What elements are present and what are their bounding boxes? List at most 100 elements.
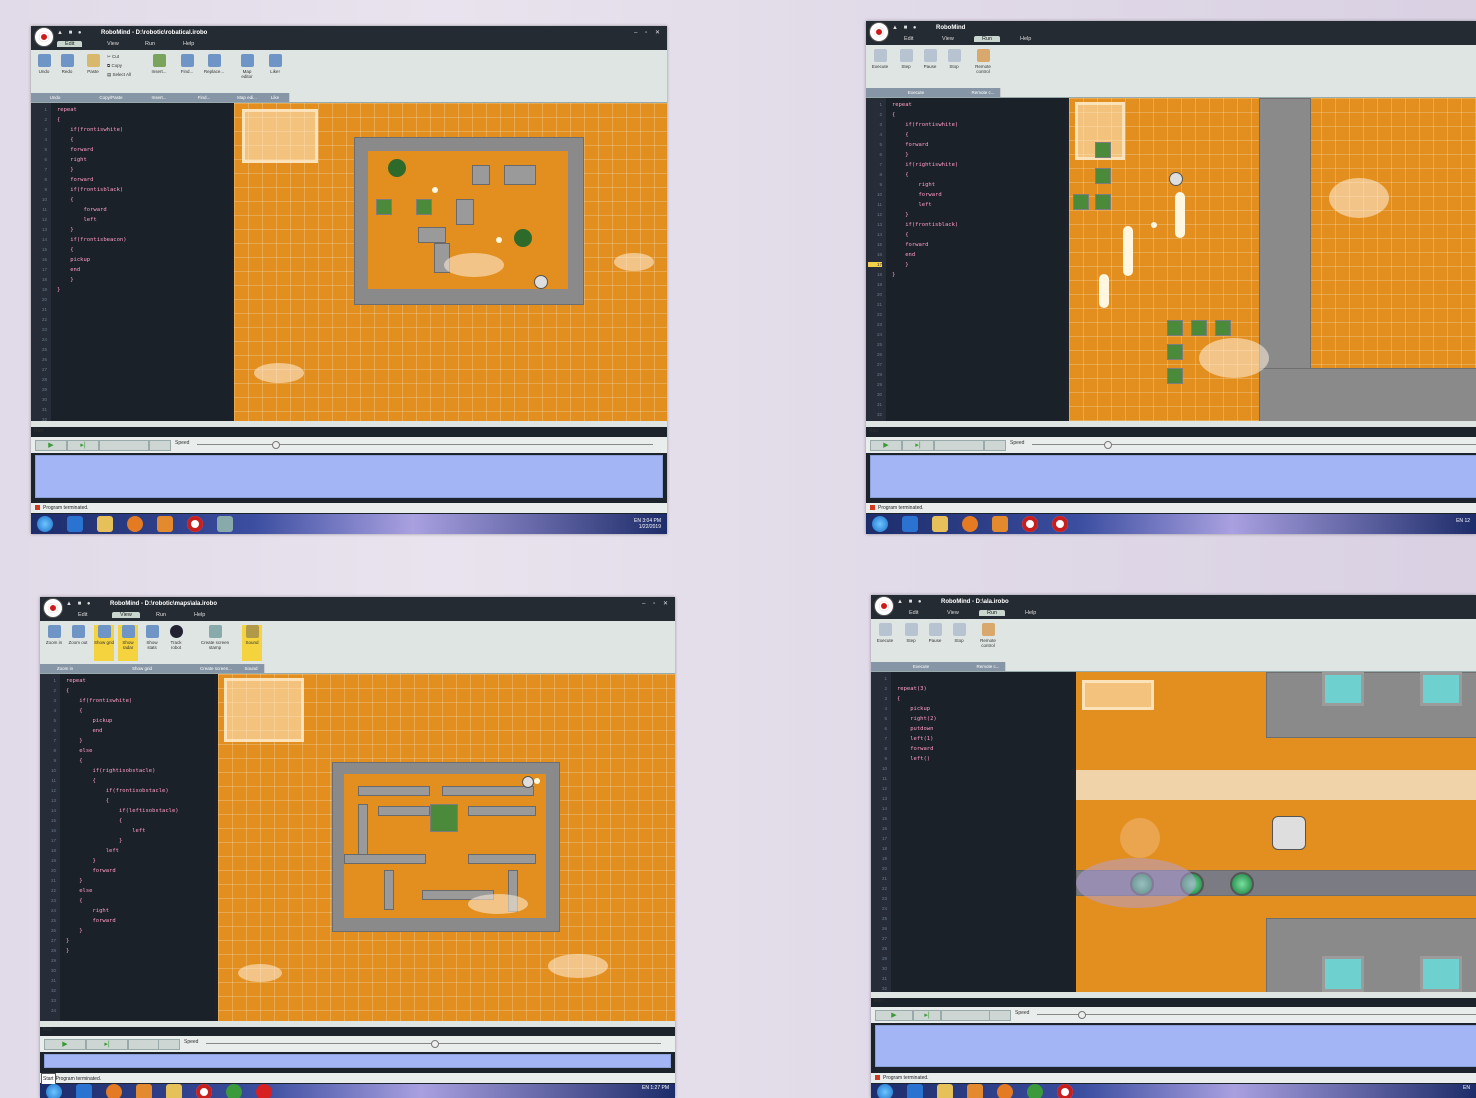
speed-slider-thumb[interactable] [430, 1040, 439, 1048]
paste-button[interactable]: Paste [83, 54, 103, 90]
media-player-icon[interactable] [157, 516, 173, 532]
menu-help[interactable]: Help [194, 612, 205, 618]
radar-button[interactable] [984, 440, 1006, 451]
redo-button[interactable]: Redo [57, 54, 77, 90]
create-screen-stamp-button[interactable]: Create screen stamp [196, 625, 234, 661]
step-button[interactable]: Step [896, 49, 916, 85]
file-explorer-icon[interactable] [97, 516, 113, 532]
speed-slider[interactable] [197, 444, 653, 445]
internet-explorer-icon[interactable] [907, 1084, 923, 1098]
show-grid-button[interactable]: Show grid [94, 625, 114, 661]
remote-control-button[interactable]: Remote control [975, 623, 1001, 659]
robot-world-view[interactable] [234, 103, 667, 421]
step-button[interactable]: ▸| [902, 440, 934, 451]
robomind-task-icon[interactable] [1057, 1084, 1073, 1098]
robomind-logo-icon[interactable] [43, 598, 63, 618]
robomind-task-icon[interactable] [1022, 516, 1038, 532]
replace-button[interactable]: Replace... [201, 54, 227, 90]
splitter[interactable] [40, 1021, 675, 1027]
start-button-icon[interactable] [877, 1084, 893, 1098]
tray-language[interactable]: EN [642, 1085, 649, 1091]
minimap[interactable] [242, 109, 318, 163]
pause-button[interactable]: Pause [925, 623, 945, 659]
window-controls[interactable]: – ▫ ✕ [642, 597, 671, 611]
splitter[interactable] [866, 421, 1476, 427]
menu-help[interactable]: Help [1025, 610, 1036, 616]
code-editor[interactable]: 1 2 3 4 5 6 7 8 9 10 11 12 13 14 15 16 1… [871, 672, 1073, 992]
step-button[interactable]: Step [901, 623, 921, 659]
robot-world-view[interactable] [1069, 98, 1476, 421]
step-button[interactable]: ▸| [86, 1039, 128, 1050]
robomind-task-icon[interactable] [196, 1084, 212, 1098]
menu-edit[interactable]: Edit [909, 610, 918, 616]
robomind-task-icon[interactable] [1052, 516, 1068, 532]
menu-edit[interactable]: Edit [57, 41, 83, 47]
tray-language[interactable]: EN [1463, 1085, 1470, 1091]
track-robot-button[interactable]: Track robot [166, 625, 186, 661]
menu-view[interactable]: View [107, 41, 119, 47]
speed-slider[interactable] [1037, 1014, 1476, 1015]
internet-explorer-icon[interactable] [67, 516, 83, 532]
radar-button[interactable] [989, 1010, 1011, 1021]
code-editor[interactable]: 1 2 3 4 5 6 7 8 9 10 11 12 13 14 15 16 1… [40, 674, 215, 1021]
insert-button[interactable]: Insert... [149, 54, 169, 90]
chrome-icon[interactable] [1027, 1084, 1043, 1098]
media-player-icon[interactable] [136, 1084, 152, 1098]
tray-date[interactable]: 1/22/2019 [639, 524, 661, 530]
pause-stop-buttons[interactable] [99, 440, 149, 451]
firefox-icon[interactable] [106, 1084, 122, 1098]
select-all-button[interactable]: ▤ Select All [107, 72, 137, 77]
robomind-task-icon[interactable] [187, 516, 203, 532]
splitter[interactable] [871, 992, 1476, 998]
menu-run[interactable]: Run [974, 36, 1001, 42]
code-editor[interactable]: 1 2 3 4 5 6 7 8 9 10 11 12 13 14 15 16 1… [866, 98, 1066, 421]
media-player-icon[interactable] [967, 1084, 983, 1098]
start-button-icon[interactable] [872, 516, 888, 532]
media-player-icon[interactable] [992, 516, 1008, 532]
sound-button[interactable]: Sound [242, 625, 262, 661]
menu-view[interactable]: View [942, 36, 954, 42]
play-button[interactable]: ▶ [35, 440, 67, 451]
play-button[interactable]: ▶ [44, 1039, 86, 1050]
speed-slider-thumb[interactable] [271, 441, 280, 449]
splitter[interactable] [31, 421, 667, 427]
zoom-out-button[interactable]: Zoom out [68, 625, 88, 661]
step-button[interactable]: ▸| [913, 1010, 941, 1021]
pause-stop-buttons[interactable] [934, 440, 984, 451]
robot-world-view[interactable] [1076, 672, 1476, 992]
internet-explorer-icon[interactable] [902, 516, 918, 532]
minimap[interactable] [1082, 680, 1154, 710]
internet-explorer-icon[interactable] [76, 1084, 92, 1098]
zoom-in-button[interactable]: Zoom in [44, 625, 64, 661]
stop-button[interactable]: Stop [944, 49, 964, 85]
play-button[interactable]: ▶ [870, 440, 902, 451]
window-controls[interactable]: – ▫ ✕ [634, 26, 663, 40]
file-explorer-icon[interactable] [166, 1084, 182, 1098]
tray-time[interactable]: 12 [1464, 518, 1470, 524]
quick-access-icons[interactable]: ▲ ■ ● [66, 597, 93, 611]
show-radar-button[interactable]: Show radar [118, 625, 138, 661]
tray-language[interactable]: EN [1456, 518, 1463, 524]
robomind-logo-icon[interactable] [34, 27, 54, 47]
menu-run[interactable]: Run [156, 612, 166, 618]
menu-run[interactable]: Run [145, 41, 155, 47]
robomind-logo-icon[interactable] [874, 596, 894, 616]
file-explorer-icon[interactable] [937, 1084, 953, 1098]
radar-button[interactable] [149, 440, 171, 451]
play-button[interactable]: ▶ [875, 1010, 913, 1021]
pause-stop-buttons[interactable] [941, 1010, 991, 1021]
firefox-icon[interactable] [997, 1084, 1013, 1098]
menu-edit[interactable]: Edit [78, 612, 87, 618]
chrome-icon[interactable] [226, 1084, 242, 1098]
quick-access-icons[interactable]: ▲ ■ ● [892, 21, 919, 35]
remote-control-button[interactable]: Remote control [970, 49, 996, 85]
robomind-logo-icon[interactable] [869, 22, 889, 42]
firefox-icon[interactable] [127, 516, 143, 532]
menu-edit[interactable]: Edit [904, 36, 913, 42]
start-button-icon[interactable] [46, 1084, 62, 1098]
find-button[interactable]: Find... [177, 54, 197, 90]
like-button[interactable]: Like! [265, 54, 285, 90]
start-button-icon[interactable] [37, 516, 53, 532]
file-explorer-icon[interactable] [932, 516, 948, 532]
firefox-icon[interactable] [962, 516, 978, 532]
